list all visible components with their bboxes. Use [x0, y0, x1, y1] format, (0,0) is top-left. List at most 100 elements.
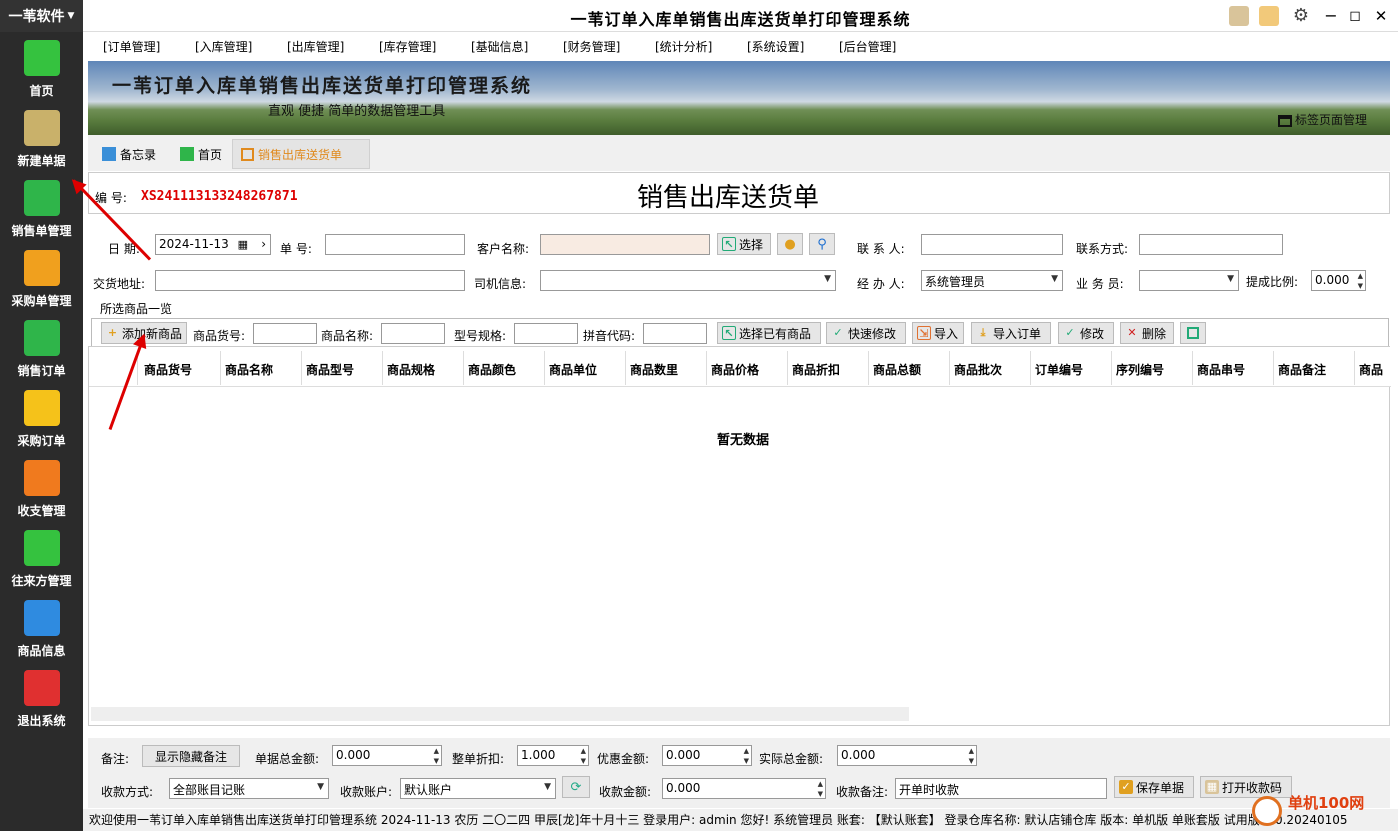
menu-finance[interactable]: [财务管理]	[563, 38, 620, 55]
sidebar-item-label: 商品信息	[17, 644, 66, 658]
date-value: 2024-11-13	[159, 237, 229, 251]
column-header[interactable]: 商品总额	[873, 361, 921, 378]
sidebar-item-label: 收支管理	[17, 504, 66, 518]
handler-value: 系统管理员	[925, 275, 986, 289]
sidebar-item-exit[interactable]: 退出系统	[0, 668, 83, 738]
save-document-button[interactable]: ✓ 保存单据	[1114, 776, 1194, 798]
edit-button[interactable]: ✓ 修改	[1058, 322, 1114, 344]
import-button[interactable]: ⇲ 导入	[912, 322, 964, 344]
sidebar-item-purchase-orders[interactable]: 采购单管理	[0, 248, 83, 318]
copy-button[interactable]	[1180, 322, 1206, 344]
sidebar-item-purchase-order[interactable]: 采购订单	[0, 388, 83, 458]
refresh-button[interactable]: ⟳	[562, 776, 590, 798]
column-header[interactable]: 订单编号	[1035, 361, 1083, 378]
address-input[interactable]	[155, 270, 465, 291]
column-header[interactable]: 商品	[1359, 361, 1389, 378]
contact-way-input[interactable]	[1139, 234, 1283, 255]
sidebar-item-products[interactable]: 商品信息	[0, 598, 83, 668]
pay-method-select[interactable]: 全部账目记账	[169, 778, 329, 799]
import-order-label: 导入订单	[993, 326, 1042, 341]
sidebar-item-label: 往来方管理	[11, 574, 72, 588]
pay-method-label: 收款方式:	[101, 785, 154, 799]
column-header[interactable]: 商品串号	[1197, 361, 1245, 378]
spec-input[interactable]	[514, 323, 578, 344]
import-order-button[interactable]: ⤓ 导入订单	[971, 322, 1051, 344]
column-header[interactable]: 商品批次	[954, 361, 1002, 378]
close-icon[interactable]: ✕	[1371, 6, 1391, 26]
brand-menu[interactable]: 一苇软件 ▼	[0, 0, 83, 32]
column-header[interactable]: 商品价格	[711, 361, 759, 378]
product-code-input[interactable]	[253, 323, 317, 344]
menu-admin[interactable]: [后台管理]	[839, 38, 896, 55]
location-button[interactable]: ●	[777, 233, 803, 255]
received-amount-field[interactable]: 0.000	[662, 778, 826, 799]
horizontal-scrollbar[interactable]	[91, 707, 909, 721]
column-header[interactable]: 商品型号	[306, 361, 354, 378]
calendar-icon[interactable]	[1229, 6, 1249, 26]
menu-statistics[interactable]: [统计分析]	[655, 38, 712, 55]
customer-input[interactable]	[540, 234, 710, 255]
column-divider	[382, 351, 383, 385]
sidebar-item-sales-order[interactable]: 销售订单	[0, 318, 83, 388]
salesman-label: 业 务 员:	[1076, 277, 1124, 291]
location-icon: ●	[784, 236, 796, 252]
total-amount-field[interactable]: 0.000	[332, 745, 442, 766]
order-no-label: 单 号:	[280, 242, 312, 256]
column-header[interactable]: 序列编号	[1116, 361, 1164, 378]
toggle-remark-button[interactable]: 显示隐藏备注	[142, 745, 240, 767]
contact-input[interactable]	[921, 234, 1063, 255]
actual-amount-field[interactable]: 0.000	[837, 745, 977, 766]
column-header[interactable]: 商品备注	[1278, 361, 1326, 378]
goods-table[interactable]: 商品货号 商品名称 商品型号 商品规格 商品颜色 商品单位 商品数里 商品价格 …	[88, 346, 1391, 726]
menu-order[interactable]: [订单管理]	[103, 38, 160, 55]
tab-sales-delivery[interactable]: 销售出库送货单	[232, 139, 370, 169]
sidebar-item-finance[interactable]: 收支管理	[0, 458, 83, 528]
menu-outbound[interactable]: [出库管理]	[287, 38, 344, 55]
column-divider	[301, 351, 302, 385]
order-no-input[interactable]	[325, 234, 465, 255]
chevron-right-icon: ›	[261, 237, 266, 251]
menu-settings[interactable]: [系统设置]	[747, 38, 804, 55]
salesman-select[interactable]	[1139, 270, 1239, 291]
gear-icon[interactable]: ⚙	[1291, 6, 1311, 26]
tab-home[interactable]: 首页	[172, 139, 230, 169]
column-header[interactable]: 商品颜色	[468, 361, 516, 378]
delete-button[interactable]: ✕ 删除	[1120, 322, 1174, 344]
maximize-icon[interactable]: ◻	[1345, 6, 1365, 26]
sidebar-item-contacts[interactable]: 往来方管理	[0, 528, 83, 598]
driver-select[interactable]	[540, 270, 836, 291]
column-header[interactable]: 商品货号	[144, 361, 192, 378]
tab-label: 销售出库送货单	[258, 147, 343, 162]
customer-label: 客户名称:	[477, 242, 530, 256]
sidebar-item-new-document[interactable]: 新建单据	[0, 108, 83, 178]
handler-select[interactable]: 系统管理员	[921, 270, 1063, 291]
column-header[interactable]: 商品规格	[387, 361, 435, 378]
column-header[interactable]: 商品数里	[630, 361, 678, 378]
quick-edit-button[interactable]: ✓ 快速修改	[826, 322, 906, 344]
sidebar-item-label: 销售订单	[17, 364, 66, 378]
select-customer-button[interactable]: ↖ 选择	[717, 233, 771, 255]
pinyin-input[interactable]	[643, 323, 707, 344]
menu-basic-info[interactable]: [基础信息]	[471, 38, 528, 55]
sidebar-item-home[interactable]: 首页	[0, 38, 83, 108]
product-name-input[interactable]	[381, 323, 445, 344]
column-divider	[1273, 351, 1274, 385]
pay-note-input[interactable]: 开单时收款	[895, 778, 1107, 799]
column-header[interactable]: 商品单位	[549, 361, 597, 378]
account-select[interactable]: 默认账户	[400, 778, 556, 799]
menu-inventory[interactable]: [库存管理]	[379, 38, 436, 55]
select-existing-button[interactable]: ↖ 选择已有商品	[717, 322, 821, 344]
search-button[interactable]: ⚲	[809, 233, 835, 255]
import-label: 导入	[934, 326, 959, 341]
tab-memo[interactable]: 备忘录	[94, 139, 164, 169]
discount-stepper[interactable]: 1.000	[517, 745, 589, 766]
column-header[interactable]: 商品折扣	[792, 361, 840, 378]
column-header[interactable]: 商品名称	[225, 361, 273, 378]
date-picker[interactable]: 2024-11-13 ▦ ›	[155, 234, 271, 255]
menu-inbound[interactable]: [入库管理]	[195, 38, 252, 55]
grid-icon[interactable]	[1259, 6, 1279, 26]
minimize-icon[interactable]: −	[1321, 6, 1341, 26]
tab-manager-link[interactable]: 标签页面管理	[1278, 111, 1367, 128]
favor-amount-field[interactable]: 0.000	[662, 745, 752, 766]
commission-stepper[interactable]: 0.000	[1311, 270, 1366, 291]
